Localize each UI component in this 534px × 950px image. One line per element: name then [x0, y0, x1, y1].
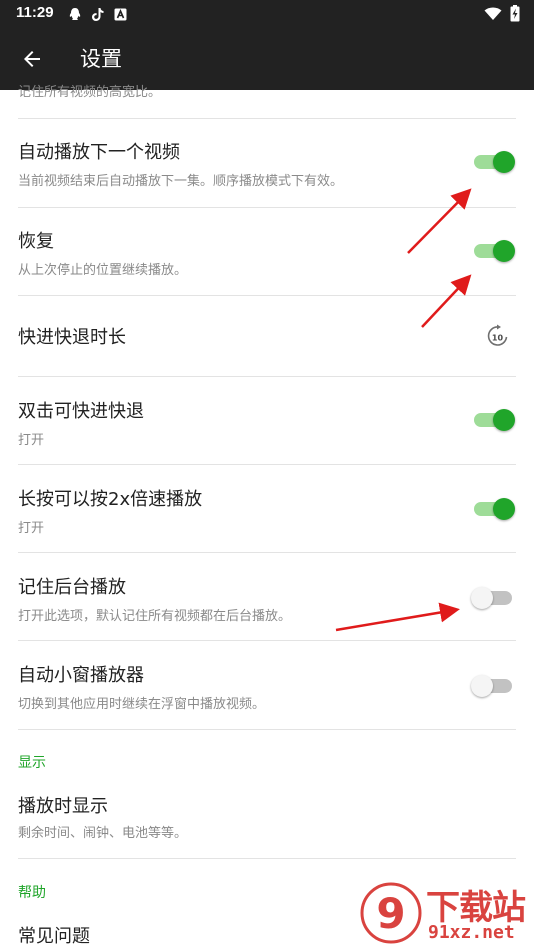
setting-resume[interactable]: 恢复 从上次停止的位置继续播放。 — [0, 208, 534, 296]
auto-pip-switch[interactable] — [471, 675, 512, 697]
divider — [18, 729, 516, 730]
setting-title: 快进快退时长 — [18, 327, 126, 348]
switch-knob — [493, 498, 515, 520]
setting-subtitle: 剩余时间、闹钟、电池等等。 — [18, 826, 188, 841]
setting-subtitle: 切换到其他应用时继续在浮窗中播放视频。 — [18, 697, 266, 712]
double-tap-seek-switch[interactable] — [474, 409, 515, 431]
9-logo-icon: 9 — [360, 882, 422, 944]
setting-autoplay-next[interactable]: 自动播放下一个视频 当前视频结束后自动播放下一集。顺序播放模式下有效。 — [0, 119, 534, 207]
setting-title: 恢复 — [18, 231, 54, 252]
setting-subtitle: 当前视频结束后自动播放下一集。顺序播放模式下有效。 — [18, 174, 344, 189]
setting-title: 播放时显示 — [18, 796, 108, 817]
arrow-back-icon[interactable] — [20, 47, 44, 71]
status-time: 11:29 — [16, 4, 54, 21]
section-header-display: 显示 — [18, 755, 46, 771]
battery-charging-icon — [510, 5, 520, 22]
replay-10-text: 10 — [492, 334, 504, 343]
setting-title: 常见问题 — [18, 926, 90, 947]
resume-switch[interactable] — [474, 240, 515, 262]
a-box-icon — [114, 8, 127, 20]
setting-subtitle: 打开 — [18, 521, 45, 536]
setting-title: 记住后台播放 — [18, 577, 126, 598]
setting-title: 自动播放下一个视频 — [18, 142, 180, 163]
setting-show-while-playing[interactable]: 播放时显示 剩余时间、闹钟、电池等等。 — [0, 780, 534, 858]
divider — [18, 858, 516, 859]
tiktok-icon — [92, 7, 104, 21]
partial-setting-subtitle: 记住所有视频的高宽比。 — [18, 85, 162, 100]
setting-seek-duration[interactable]: 快进快退时长 10 — [0, 296, 534, 376]
section-header-help: 帮助 — [18, 885, 46, 901]
setting-title: 双击可快进快退 — [18, 401, 144, 422]
status-bar: 11:29 — [0, 0, 534, 28]
setting-title: 自动小窗播放器 — [18, 665, 144, 686]
switch-knob — [471, 587, 493, 609]
watermark-url: 91xz.net — [428, 922, 515, 943]
svg-text:9: 9 — [376, 889, 405, 938]
long-press-2x-switch[interactable] — [474, 498, 515, 520]
remember-background-play-switch[interactable] — [471, 587, 512, 609]
setting-subtitle: 从上次停止的位置继续播放。 — [18, 263, 188, 278]
setting-auto-pip[interactable]: 自动小窗播放器 切换到其他应用时继续在浮窗中播放视频。 — [0, 641, 534, 729]
setting-double-tap-seek[interactable]: 双击可快进快退 打开 — [0, 377, 534, 465]
setting-long-press-2x[interactable]: 长按可以按2x倍速播放 打开 — [0, 465, 534, 553]
replay-10-icon: 10 — [487, 324, 508, 346]
setting-subtitle: 打开 — [18, 433, 45, 448]
switch-knob — [493, 409, 515, 431]
autoplay-next-switch[interactable] — [474, 151, 515, 173]
qq-icon — [69, 7, 81, 20]
page-title: 设置 — [80, 47, 122, 71]
setting-remember-background-play[interactable]: 记住后台播放 打开此选项，默认记住所有视频都在后台播放。 — [0, 553, 534, 641]
setting-title: 长按可以按2x倍速播放 — [18, 489, 203, 510]
wifi-icon — [484, 7, 502, 20]
watermark: 9 下载站 91xz.net — [354, 876, 534, 950]
setting-subtitle: 打开此选项，默认记住所有视频都在后台播放。 — [18, 609, 292, 624]
switch-knob — [471, 675, 493, 697]
switch-knob — [493, 151, 515, 173]
switch-knob — [493, 240, 515, 262]
